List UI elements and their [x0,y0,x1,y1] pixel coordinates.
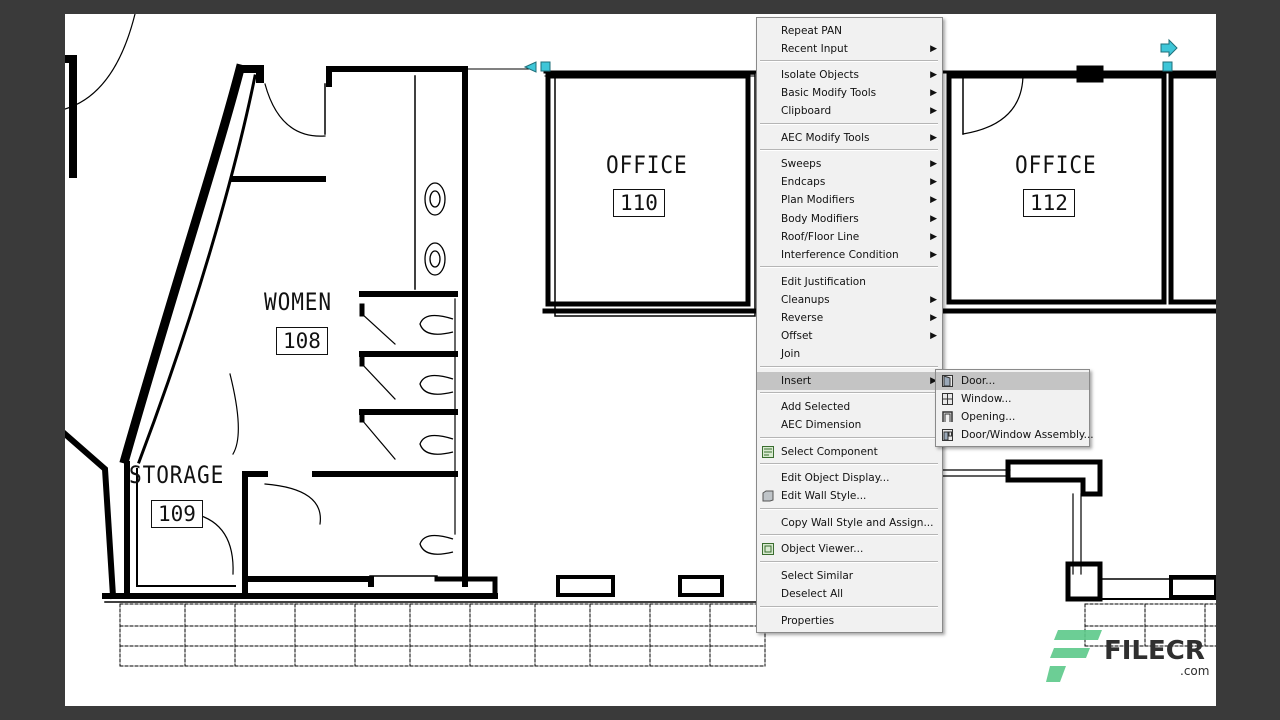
submenu-arrow-icon: ▶ [930,70,937,80]
submenu-arrow-icon: ▶ [930,214,937,224]
submenu-arrow-icon: ▶ [930,44,937,54]
submenu-item-door-window-assembly[interactable]: Door/Window Assembly... [936,426,1094,444]
menu-separator [760,149,938,151]
menu-separator [760,606,938,608]
opening-icon [942,411,953,422]
menu-item-join[interactable]: Join [757,345,942,363]
menu-item-select-component[interactable]: Select Component [757,443,942,461]
context-menu: Repeat PAN Recent Input ▶ Isolate Objects… [756,17,943,633]
menu-item-cleanups[interactable]: Cleanups ▶ [757,291,942,309]
watermark-logo-icon [1046,630,1102,682]
room-name-office-112: OFFICE [1015,151,1097,179]
room-number-108: 108 [276,327,328,355]
menu-separator [760,392,938,394]
submenu-arrow-icon: ▶ [930,133,937,143]
menu-separator [760,534,938,536]
door-window-assembly-icon [942,429,953,441]
menu-item-isolate-objects[interactable]: Isolate Objects ▶ [757,66,942,84]
menu-item-body-modifiers[interactable]: Body Modifiers ▶ [757,210,942,228]
watermark-brand: FILECR [1104,636,1205,666]
menu-item-edit-wall-style[interactable]: Edit Wall Style... [757,487,942,505]
menu-item-edit-justification[interactable]: Edit Justification [757,273,942,291]
submenu-arrow-icon: ▶ [930,195,937,205]
menu-item-repeat-pan[interactable]: Repeat PAN [757,22,942,40]
drawing-canvas[interactable]: WOMEN 108 STORAGE 109 OFFICE 110 OFFICE … [65,14,1216,706]
menu-item-reverse[interactable]: Reverse ▶ [757,309,942,327]
menu-item-copy-wall-style-and-assign[interactable]: Copy Wall Style and Assign... [757,514,942,532]
submenu-item-opening[interactable]: Opening... [936,408,1089,426]
submenu-item-window[interactable]: Window... [936,390,1089,408]
object-viewer-icon [762,543,774,555]
menu-item-offset[interactable]: Offset ▶ [757,327,942,345]
menu-separator [760,366,938,368]
floor-plan-drawing [65,14,1216,667]
room-name-office-110: OFFICE [606,151,688,179]
submenu-arrow-icon: ▶ [930,232,937,242]
submenu-arrow-icon: ▶ [930,295,937,305]
select-component-icon [762,446,774,458]
room-number-112: 112 [1023,189,1075,217]
watermark-tld: .com [1180,664,1210,678]
menu-item-recent-input[interactable]: Recent Input ▶ [757,40,942,58]
menu-separator [760,123,938,125]
menu-item-basic-modify-tools[interactable]: Basic Modify Tools ▶ [757,84,942,102]
menu-item-plan-modifiers[interactable]: Plan Modifiers ▶ [757,191,942,209]
menu-separator [760,463,938,465]
menu-item-sweeps[interactable]: Sweeps ▶ [757,155,942,173]
room-name-women: WOMEN [264,288,332,316]
submenu-arrow-icon: ▶ [930,331,937,341]
submenu-arrow-icon: ▶ [930,106,937,116]
insert-submenu: Door... Window... Opening... Door/Window… [935,369,1094,447]
menu-item-aec-dimension[interactable]: AEC Dimension [757,416,942,434]
menu-item-select-similar[interactable]: Select Similar [757,567,942,585]
menu-separator [760,60,938,62]
menu-item-add-selected[interactable]: Add Selected [757,398,942,416]
menu-item-endcaps[interactable]: Endcaps ▶ [757,173,942,191]
menu-item-aec-modify-tools[interactable]: AEC Modify Tools ▶ [757,129,942,147]
menu-item-edit-object-display[interactable]: Edit Object Display... [757,469,942,487]
submenu-arrow-icon: ▶ [930,88,937,98]
room-number-109: 109 [151,500,203,528]
menu-item-properties[interactable]: Properties [757,612,942,630]
submenu-arrow-icon: ▶ [930,177,937,187]
menu-item-object-viewer[interactable]: Object Viewer... [757,540,942,558]
menu-item-roof-floor-line[interactable]: Roof/Floor Line ▶ [757,228,942,246]
room-number-110: 110 [613,189,665,217]
room-name-storage: STORAGE [129,461,225,489]
submenu-arrow-icon: ▶ [930,250,937,260]
menu-separator [760,437,938,439]
door-icon [942,375,953,387]
menu-separator [760,561,938,563]
window-icon [942,393,953,405]
submenu-item-door[interactable]: Door... [936,372,1089,390]
submenu-arrow-icon: ▶ [930,159,937,169]
menu-separator [760,508,938,510]
watermark: FILECR .com [1046,624,1216,684]
wall-style-icon [762,490,774,502]
submenu-arrow-icon: ▶ [930,313,937,323]
menu-item-insert[interactable]: Insert ▶ [757,372,942,390]
menu-item-interference-condition[interactable]: Interference Condition ▶ [757,246,942,264]
menu-item-clipboard[interactable]: Clipboard ▶ [757,102,942,120]
menu-separator [760,266,938,268]
menu-item-deselect-all[interactable]: Deselect All [757,585,942,603]
